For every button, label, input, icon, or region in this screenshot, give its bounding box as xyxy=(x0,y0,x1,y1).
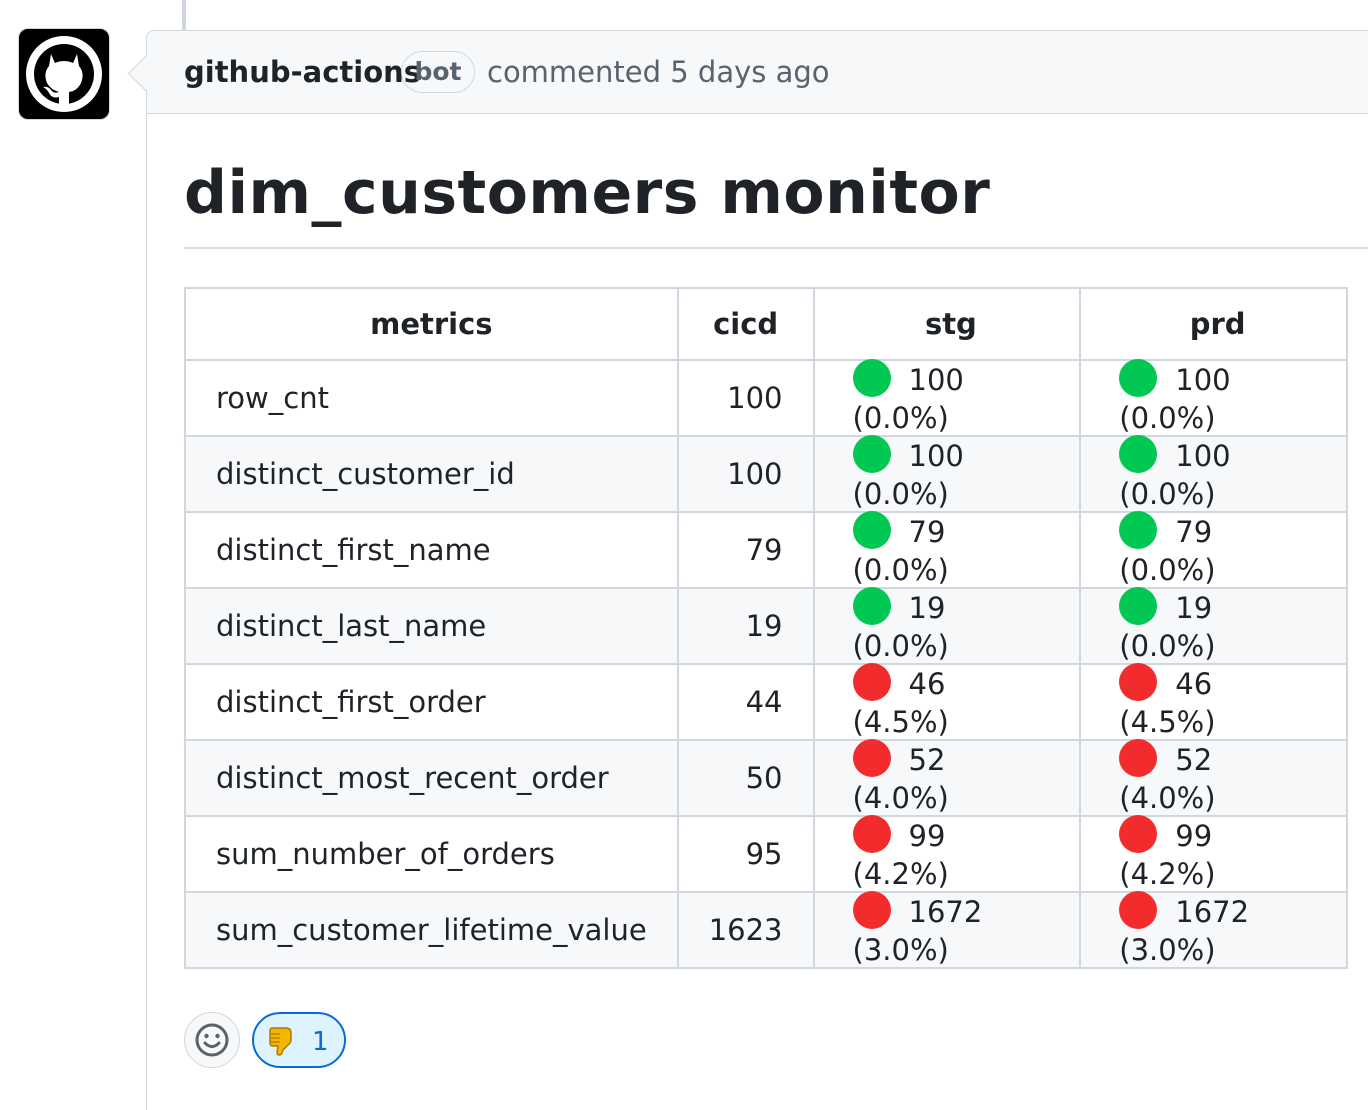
column-header-stg: stg xyxy=(812,287,1082,361)
add-reaction-button[interactable] xyxy=(184,1012,240,1068)
status-ok-icon xyxy=(1119,359,1158,397)
status-alert-icon xyxy=(852,815,891,853)
cell-stg: 19 (0.0%) xyxy=(812,587,1082,665)
table-row: sum_number_of_orders 95 99 (4.2%) 99 (4.2%) xyxy=(184,815,1348,893)
comment-header: github-actions bot commented 5 days ago xyxy=(127,31,1368,114)
column-header-metrics: metrics xyxy=(184,287,679,361)
table-row: distinct_last_name 19 19 (0.0%) 19 (0.0%) xyxy=(184,587,1348,665)
table-row: row_cnt 100 100 (0.0%) 100 (0.0%) xyxy=(184,359,1348,437)
cell-prd: 99 (4.2%) xyxy=(1079,815,1348,893)
cell-metric: distinct_last_name xyxy=(184,587,679,665)
table-row: sum_customer_lifetime_value 1623 1672 (3.0… xyxy=(184,891,1348,969)
comment-pointer xyxy=(127,55,164,92)
cell-stg: 52 (4.0%) xyxy=(812,739,1082,817)
report-title: dim_customers monitor xyxy=(184,158,991,228)
cell-stg: 46 (4.5%) xyxy=(812,663,1082,741)
status-alert-icon xyxy=(1119,739,1158,777)
status-alert-icon xyxy=(852,663,891,701)
table-row: distinct_customer_id 100 100 (0.0%) 100 (0.… xyxy=(184,435,1348,513)
status-alert-icon xyxy=(852,891,891,929)
status-ok-icon xyxy=(1119,435,1158,473)
cell-cicd: 19 xyxy=(676,587,815,665)
cell-metric: distinct_first_name xyxy=(184,511,679,589)
cell-cicd: 1623 xyxy=(676,891,815,969)
cell-stg: 79 (0.0%) xyxy=(812,511,1082,589)
column-header-prd: prd xyxy=(1079,287,1348,361)
comment-timestamp[interactable]: commented 5 days ago xyxy=(487,55,830,89)
smiley-icon xyxy=(195,1023,229,1057)
table-row: distinct_first_name 79 79 (0.0%) 79 (0.0%) xyxy=(184,511,1348,589)
cell-stg: 100 (0.0%) xyxy=(812,435,1082,513)
cell-stg: 1672 (3.0%) xyxy=(812,891,1082,969)
avatar[interactable] xyxy=(18,28,110,120)
cell-metric: distinct_customer_id xyxy=(184,435,679,513)
cell-cicd: 44 xyxy=(676,663,815,741)
cell-prd: 100 (0.0%) xyxy=(1079,435,1348,513)
status-ok-icon xyxy=(852,435,891,473)
cell-prd: 79 (0.0%) xyxy=(1079,511,1348,589)
table-row: distinct_most_recent_order 50 52 (4.0%) 52 … xyxy=(184,739,1348,817)
cell-cicd: 50 xyxy=(676,739,815,817)
cell-metric: distinct_most_recent_order xyxy=(184,739,679,817)
metrics-table: metrics cicd stg prd row_cnt 100 100 (0.0%… xyxy=(184,287,1348,969)
cell-cicd: 79 xyxy=(676,511,815,589)
status-ok-icon xyxy=(1119,511,1158,549)
bot-badge: bot xyxy=(401,51,475,93)
table-row: distinct_first_order 44 46 (4.5%) 46 (4.5%) xyxy=(184,663,1348,741)
cell-metric: sum_customer_lifetime_value xyxy=(184,891,679,969)
cell-prd: 100 (0.0%) xyxy=(1079,359,1348,437)
cell-metric: sum_number_of_orders xyxy=(184,815,679,893)
cell-prd: 52 (4.0%) xyxy=(1079,739,1348,817)
cell-prd: 1672 (3.0%) xyxy=(1079,891,1348,969)
cell-prd: 19 (0.0%) xyxy=(1079,587,1348,665)
status-alert-icon xyxy=(1119,891,1158,929)
thumbs-down-reaction-button[interactable]: 1 xyxy=(252,1012,346,1068)
thumbs-down-icon xyxy=(269,1027,292,1056)
title-divider xyxy=(184,247,1368,249)
column-header-cicd: cicd xyxy=(676,287,815,361)
status-ok-icon xyxy=(852,511,891,549)
table-header-row: metrics cicd stg prd xyxy=(184,287,1348,361)
status-alert-icon xyxy=(852,739,891,777)
cell-metric: distinct_first_order xyxy=(184,663,679,741)
cell-cicd: 95 xyxy=(676,815,815,893)
status-ok-icon xyxy=(852,587,891,625)
cell-stg: 100 (0.0%) xyxy=(812,359,1082,437)
comment-author-link[interactable]: github-actions xyxy=(184,55,421,89)
cell-prd: 46 (4.5%) xyxy=(1079,663,1348,741)
github-logo-icon xyxy=(26,36,102,112)
status-alert-icon xyxy=(1119,663,1158,701)
status-ok-icon xyxy=(1119,587,1158,625)
cell-cicd: 100 xyxy=(676,359,815,437)
cell-cicd: 100 xyxy=(676,435,815,513)
status-alert-icon xyxy=(1119,815,1158,853)
reaction-count: 1 xyxy=(312,1027,329,1057)
status-ok-icon xyxy=(852,359,891,397)
cell-metric: row_cnt xyxy=(184,359,679,437)
cell-stg: 99 (4.2%) xyxy=(812,815,1082,893)
timeline-line xyxy=(182,0,186,30)
